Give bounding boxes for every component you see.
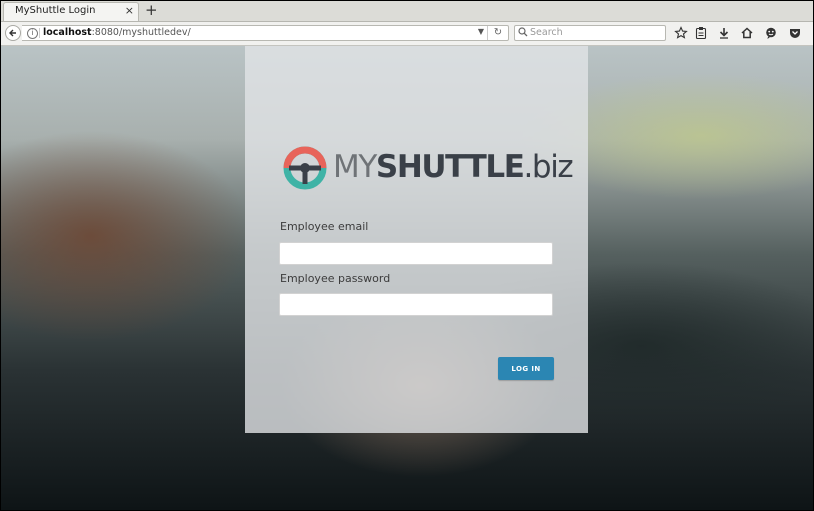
email-field[interactable] [279,242,553,265]
url-host: localhost [43,27,92,38]
page-viewport: MYSHUTTLE.biz Employee email Employee pa… [1,46,813,510]
browser-window: MyShuttle Login × + i localhost:8080/mys… [1,1,813,510]
search-placeholder: Search [530,27,563,38]
steering-wheel-icon [283,146,327,190]
url-path: :8080/myshuttledev/ [91,27,191,38]
url-history-dropdown-icon[interactable]: ▼ [478,27,484,36]
tab-myshuttle-login[interactable]: MyShuttle Login × [3,2,139,21]
close-tab-icon[interactable]: × [125,4,134,18]
login-button[interactable]: LOG IN [498,357,554,380]
chat-icon[interactable] [764,26,778,40]
tab-title: MyShuttle Login [15,5,96,16]
back-button[interactable] [5,25,21,41]
url-separator [39,28,40,38]
search-icon [518,27,528,37]
address-bar[interactable]: i localhost:8080/myshuttledev/ ▼ ↻ [22,25,509,41]
tab-strip: MyShuttle Login × + [1,1,813,22]
logo-shuttle: SHUTTLE [375,149,525,185]
site-info-icon[interactable]: i [27,28,38,39]
home-icon[interactable] [740,26,754,40]
logo-wordmark: MYSHUTTLE.biz [333,149,574,185]
url-text[interactable]: localhost:8080/myshuttledev/ [43,27,191,38]
back-arrow-icon [9,29,16,37]
reload-icon[interactable]: ↻ [487,26,508,40]
email-label: Employee email [280,220,369,233]
new-tab-icon[interactable]: + [145,1,158,20]
navigation-toolbar: i localhost:8080/myshuttledev/ ▼ ↻ Searc… [1,22,813,46]
search-bar[interactable]: Search [514,25,666,41]
pocket-icon[interactable] [788,26,802,40]
reading-list-icon[interactable] [694,26,708,40]
bookmark-star-icon[interactable] [674,26,688,40]
logo-biz: .biz [523,149,573,185]
password-label: Employee password [280,272,391,285]
downloads-icon[interactable] [717,26,731,40]
password-field[interactable] [279,293,553,316]
login-panel: MYSHUTTLE.biz Employee email Employee pa… [245,46,588,433]
logo-my: MY [333,149,377,185]
